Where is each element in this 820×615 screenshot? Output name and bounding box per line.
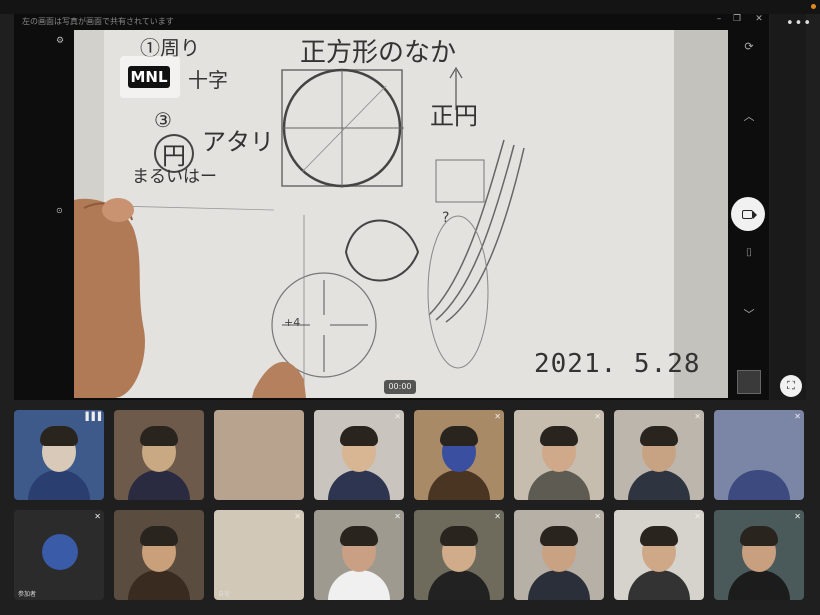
self-preview-thumbnail[interactable]	[737, 370, 761, 394]
video-camera-icon	[742, 210, 753, 219]
right-control-panel	[770, 14, 806, 400]
note-left-c: ③	[154, 108, 172, 132]
snapshot-icon[interactable]: ⌷	[739, 246, 759, 260]
participant-tile[interactable]: ✕	[314, 510, 404, 600]
participant-tile[interactable]: ✕	[514, 510, 604, 600]
participant-tile[interactable]: ✕	[614, 410, 704, 500]
participant-tile[interactable]: ✕	[414, 510, 504, 600]
mnl-logo: MNL	[128, 66, 170, 88]
participant-tile[interactable]: ✕	[514, 410, 604, 500]
maximize-button[interactable]: ❐	[728, 14, 746, 24]
participant-tile[interactable]: ✕ 自宅	[214, 510, 304, 600]
mic-muted-icon: ✕	[694, 512, 701, 521]
participant-body	[628, 570, 690, 600]
window-title: 左の画面は写真が画面で共有されています	[22, 17, 174, 26]
participant-body	[428, 570, 490, 600]
note-left-b: 十字	[188, 68, 228, 92]
participant-name: 参加者	[18, 591, 37, 598]
video-camera-icon-tip	[753, 211, 757, 219]
mic-muted-icon: ✕	[294, 512, 301, 521]
note-plus: +4	[284, 316, 301, 329]
mic-muted-icon: ✕	[394, 512, 401, 521]
mic-muted-icon: ✕	[694, 412, 701, 421]
participant-hair	[440, 526, 478, 546]
participant-hair	[140, 526, 178, 546]
participant-name: 自宅	[218, 591, 231, 598]
participant-hair	[640, 526, 678, 546]
participant-hair	[340, 526, 378, 546]
chevron-up-icon[interactable]: ︿	[739, 108, 759, 124]
mic-muted-icon: ✕	[594, 512, 601, 521]
mic-muted-icon: ✕	[794, 512, 801, 521]
pin-icon[interactable]: ⊙	[56, 206, 63, 215]
participant-hair	[40, 426, 78, 446]
participant-body	[428, 470, 490, 500]
participant-tile[interactable]: ✕ 参加者	[14, 510, 104, 600]
note-question: ?	[442, 210, 450, 226]
participant-tile[interactable]: ▐▐▐	[14, 410, 104, 500]
participant-body	[728, 570, 790, 600]
participant-body	[328, 470, 390, 500]
participant-tile[interactable]: ✕	[414, 410, 504, 500]
participant-tile[interactable]	[114, 510, 204, 600]
mic-muted-icon: ✕	[94, 512, 101, 521]
participant-tile[interactable]: ✕	[314, 410, 404, 500]
participant-hair	[540, 526, 578, 546]
participant-tile[interactable]: ✕	[614, 510, 704, 600]
note-left-f: まるいはー	[132, 167, 217, 187]
participant-hair	[640, 426, 678, 446]
participant-tile[interactable]	[114, 410, 204, 500]
settings-icon[interactable]: ⚙	[56, 36, 64, 46]
participant-body	[128, 470, 190, 500]
rotate-camera-icon[interactable]: ⟳	[739, 40, 759, 53]
participant-face	[42, 534, 78, 570]
mic-muted-icon: ✕	[394, 412, 401, 421]
note-left-e: アタリ	[202, 128, 274, 156]
top-strip	[0, 0, 820, 14]
fullscreen-button[interactable]: ⛶	[780, 375, 802, 397]
participant-tile[interactable]: ✕	[714, 410, 804, 500]
video-timer: 00:00	[384, 380, 416, 394]
chevron-down-icon[interactable]: ﹀	[739, 306, 759, 322]
participant-body	[628, 470, 690, 500]
mic-muted-icon: ✕	[494, 412, 501, 421]
date-stamp: 2021. 5.28	[534, 349, 701, 379]
note-title: 正方形のなか	[300, 38, 457, 68]
mic-muted-icon: ✕	[594, 412, 601, 421]
close-button[interactable]: ✕	[750, 14, 768, 24]
more-options-button[interactable]: •••	[786, 16, 812, 31]
participant-body	[328, 570, 390, 600]
participant-hair	[540, 426, 578, 446]
note-circle: 正円	[430, 102, 478, 130]
participant-tile[interactable]: ✕	[714, 510, 804, 600]
status-dot	[811, 4, 816, 9]
participant-body	[528, 570, 590, 600]
participant-hair	[340, 426, 378, 446]
mic-muted-icon: ✕	[794, 412, 801, 421]
minimize-button[interactable]: –	[710, 14, 728, 24]
participant-body	[28, 470, 90, 500]
participant-hair	[440, 426, 478, 446]
mic-muted-icon: ✕	[494, 512, 501, 521]
participant-tile[interactable]	[214, 410, 304, 500]
participant-body	[728, 470, 790, 500]
participant-hair	[740, 526, 778, 546]
participant-body	[128, 570, 190, 600]
speaking-indicator-icon: ▐▐▐	[82, 412, 101, 421]
participant-hair	[140, 426, 178, 446]
participant-body	[528, 470, 590, 500]
